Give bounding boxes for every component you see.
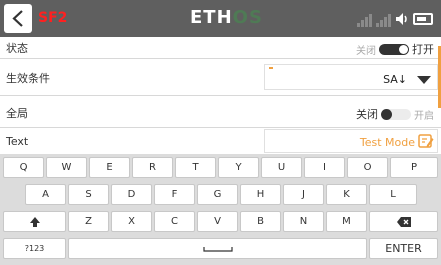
key-p[interactable]: P: [390, 157, 438, 178]
global-label: 全局: [6, 107, 28, 120]
back-button[interactable]: [4, 4, 32, 33]
key-e[interactable]: E: [89, 157, 130, 178]
key-w[interactable]: W: [46, 157, 87, 178]
key-r[interactable]: R: [132, 157, 173, 178]
top-bar: SF2 ETHOS: [0, 0, 441, 37]
key-x[interactable]: X: [111, 211, 152, 232]
backspace-icon: [396, 216, 411, 227]
text-value: Test Mode: [359, 136, 415, 149]
selection-marker: [269, 67, 273, 69]
key-k[interactable]: K: [326, 184, 367, 205]
backspace-key[interactable]: [369, 211, 438, 232]
enter-key[interactable]: ENTER: [369, 238, 438, 259]
key-j[interactable]: J: [283, 184, 324, 205]
numbers-key[interactable]: ?123: [3, 238, 66, 259]
condition-label: 生效条件: [6, 72, 50, 85]
signal-bars-icon: [376, 11, 391, 27]
global-toggle-group: 关闭 开启: [356, 106, 434, 122]
battery-icon: [413, 13, 433, 25]
condition-value: SA↓: [383, 73, 407, 86]
space-key[interactable]: [68, 238, 367, 259]
key-o[interactable]: O: [347, 157, 388, 178]
on-screen-keyboard: Q W E R T Y U I O P A S D F G H J K L Z …: [0, 154, 441, 265]
key-u[interactable]: U: [261, 157, 302, 178]
key-t[interactable]: T: [175, 157, 216, 178]
toggle-knob: [399, 44, 408, 54]
text-label: Text: [6, 135, 29, 148]
key-v[interactable]: V: [197, 211, 238, 232]
state-on-label: 打开: [412, 43, 434, 56]
shift-icon: [29, 216, 40, 227]
signal-bars-icon: [357, 11, 372, 27]
state-toggle-group: 关闭 打开: [356, 41, 434, 57]
key-z[interactable]: Z: [68, 211, 109, 232]
key-a[interactable]: A: [25, 184, 66, 205]
state-off-label: 关闭: [356, 45, 376, 57]
shift-key[interactable]: [3, 211, 66, 232]
key-y[interactable]: Y: [218, 157, 259, 178]
space-icon: [202, 246, 233, 252]
brand-main: ETH: [190, 7, 233, 28]
key-l[interactable]: L: [369, 184, 417, 205]
edit-icon[interactable]: [418, 133, 434, 149]
key-g[interactable]: G: [197, 184, 238, 205]
key-i[interactable]: I: [304, 157, 345, 178]
condition-row: 生效条件 SA↓: [0, 59, 441, 96]
key-h[interactable]: H: [240, 184, 281, 205]
global-row: 全局 关闭 开启: [0, 96, 441, 128]
chevron-down-icon: [417, 76, 431, 84]
key-b[interactable]: B: [240, 211, 281, 232]
state-toggle[interactable]: [379, 43, 409, 55]
global-on-label: 开启: [414, 110, 434, 122]
text-input[interactable]: Test Mode: [264, 129, 438, 153]
toggle-knob: [381, 108, 392, 120]
page-title: SF2: [38, 10, 68, 26]
brand-accent: OS: [232, 7, 263, 28]
chevron-left-icon: [12, 10, 23, 27]
key-q[interactable]: Q: [3, 157, 44, 178]
key-d[interactable]: D: [111, 184, 152, 205]
global-toggle[interactable]: [381, 108, 411, 120]
key-c[interactable]: C: [154, 211, 195, 232]
brand-logo: ETHOS: [190, 7, 263, 28]
text-row: Text Test Mode: [0, 128, 441, 154]
key-m[interactable]: M: [326, 211, 367, 232]
state-label: 状态: [6, 42, 28, 55]
global-off-label: 关闭: [356, 108, 378, 121]
key-n[interactable]: N: [283, 211, 324, 232]
key-s[interactable]: S: [68, 184, 109, 205]
status-icons: [357, 10, 433, 28]
condition-select[interactable]: SA↓: [264, 64, 438, 90]
speaker-icon[interactable]: [395, 12, 409, 26]
key-f[interactable]: F: [154, 184, 195, 205]
state-row: 状态 关闭 打开: [0, 37, 441, 59]
